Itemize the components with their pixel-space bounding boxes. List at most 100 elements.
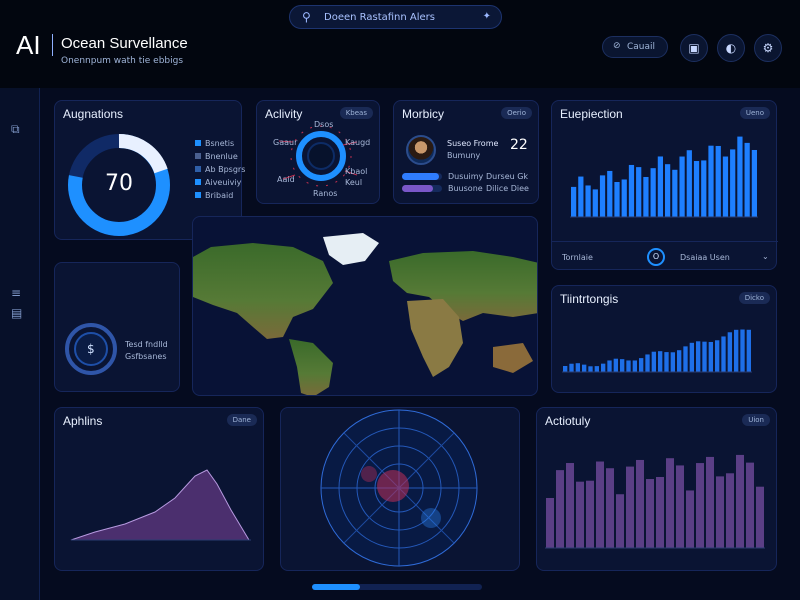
bar xyxy=(672,169,678,217)
bar xyxy=(666,458,674,548)
bar xyxy=(616,494,624,548)
legend-swatch xyxy=(195,140,201,146)
bar xyxy=(588,366,593,372)
radar-small-line1: Tesd fndlld xyxy=(125,340,168,349)
briefcase-icon[interactable]: ⧉ xyxy=(11,122,20,137)
bar xyxy=(664,352,669,372)
bar xyxy=(689,342,694,372)
bar xyxy=(636,459,644,548)
panel-title: Augnations xyxy=(63,107,124,121)
search-icon: ⚲ xyxy=(302,10,311,24)
bar xyxy=(607,360,612,372)
legend-label: Ab Bpsgrs xyxy=(205,165,246,174)
bar xyxy=(696,341,701,372)
filter-pill[interactable]: ⊘ Cauail xyxy=(602,36,668,58)
archives-panel: Aphlins Dane xyxy=(54,407,264,571)
bar xyxy=(730,149,736,217)
bar xyxy=(601,363,606,372)
ring-label: Keul xyxy=(345,178,363,187)
logo: AI xyxy=(16,30,41,60)
panel-title: Actiotuly xyxy=(545,414,591,428)
trends-bar-chart xyxy=(562,329,752,373)
settings-icon[interactable]: ⚙ xyxy=(754,34,782,62)
bar xyxy=(596,461,604,548)
monitoring-panel: Morbicy Oerio Suseo Frome Bumuny 22 Dusu… xyxy=(393,100,539,204)
panel-tag[interactable]: Dicko xyxy=(738,292,770,304)
chart-icon[interactable]: ≡ xyxy=(11,286,21,300)
legend-item: Aiveuiviy xyxy=(195,178,241,187)
panel-tag[interactable]: Ueno xyxy=(739,107,770,119)
legend-item: Bribaid xyxy=(195,191,233,200)
bar xyxy=(701,160,707,217)
bar xyxy=(716,476,724,548)
ring-label: Ranos xyxy=(313,189,338,198)
bar xyxy=(646,479,654,548)
bar xyxy=(734,329,739,372)
monitor-bar-track xyxy=(402,173,442,180)
bar xyxy=(708,145,714,217)
activity-ring-panel: Aclivity Kbeas Dsos Gaaur Kaugd Aaid Kba… xyxy=(256,100,380,204)
world-map[interactable] xyxy=(193,217,538,396)
bar xyxy=(706,456,714,548)
legend-swatch xyxy=(195,192,201,198)
bar xyxy=(722,156,729,217)
bar xyxy=(576,481,584,548)
radar-small-panel: $ Tesd fndlld Gsfbsanes xyxy=(54,262,180,392)
search-bar[interactable]: ⚲ Doeen Rastafinn Alers ✦ xyxy=(289,5,502,29)
panel-title: Euepiection xyxy=(560,107,623,121)
bar xyxy=(628,164,635,217)
bar xyxy=(751,149,757,217)
ring-label: Dsos xyxy=(314,120,334,129)
scrollbar-thumb[interactable] xyxy=(312,584,360,590)
legend-item: Bnenlue xyxy=(195,152,238,161)
ring-label: Gaaur xyxy=(273,138,298,147)
panel-title: Tiintrtongis xyxy=(560,292,619,306)
divider xyxy=(552,241,778,242)
svg-text:$: $ xyxy=(87,342,95,356)
bar xyxy=(670,352,675,372)
greenland xyxy=(323,233,379,265)
app-subtitle: Onennpum wath tie ebbigs xyxy=(61,56,184,66)
ring-label: Aaid xyxy=(277,175,295,184)
radar-large xyxy=(320,409,478,567)
search-text[interactable]: Doeen Rastafinn Alers xyxy=(324,12,435,23)
avatar[interactable] xyxy=(406,135,436,165)
bar xyxy=(676,465,684,548)
bar xyxy=(715,145,721,217)
bar xyxy=(636,167,642,217)
bar xyxy=(645,354,650,372)
chevron-down-icon[interactable]: ⌄ xyxy=(762,252,769,261)
bar xyxy=(650,168,656,217)
sparkle-icon[interactable]: ✦ xyxy=(483,11,491,22)
radar-large-panel xyxy=(280,407,520,571)
ring-label: Kaugd xyxy=(345,138,371,147)
bar xyxy=(737,136,743,217)
sidebar: ⧉ ≡ ▤ xyxy=(0,88,40,600)
app-title: Ocean Survellance xyxy=(61,35,188,52)
bar xyxy=(686,150,692,217)
bar xyxy=(613,358,618,372)
bar xyxy=(686,490,694,548)
legend-item: Ab Bpsgrs xyxy=(195,165,245,174)
monitor-bar-track xyxy=(402,185,442,192)
panel-tag[interactable]: Oerio xyxy=(501,107,532,119)
legend-label: Bribaid xyxy=(205,191,234,200)
document-icon[interactable]: ▤ xyxy=(11,306,22,320)
bar xyxy=(607,170,613,217)
bar xyxy=(657,156,663,217)
bar xyxy=(614,182,620,217)
panel-tag[interactable]: Uion xyxy=(742,414,770,426)
prediction-bar-chart xyxy=(570,136,758,218)
world-map-panel[interactable] xyxy=(192,216,538,396)
prediction-footer-right[interactable]: Dsaiaa Usen xyxy=(680,253,730,262)
panel-title: Morbicy xyxy=(402,107,445,121)
top-bar: AI Ocean Survellance Onennpum wath tie e… xyxy=(0,0,800,88)
monitor-row-left: Buusone xyxy=(448,184,483,193)
book-icon[interactable]: ▣ xyxy=(680,34,708,62)
horizontal-scrollbar[interactable] xyxy=(312,584,482,590)
north-america xyxy=(193,243,333,339)
globe-icon[interactable]: ◐ xyxy=(717,34,745,62)
panel-tag[interactable]: Dane xyxy=(226,414,257,426)
bar xyxy=(740,329,745,372)
toggle-icon[interactable]: O xyxy=(647,248,665,266)
